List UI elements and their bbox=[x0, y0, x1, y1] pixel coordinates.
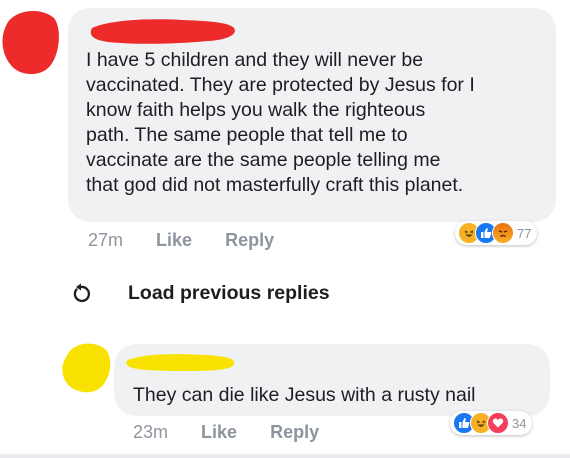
like-button[interactable]: Like bbox=[201, 422, 237, 443]
reply-avatar-redacted[interactable] bbox=[60, 340, 112, 394]
comment-text-line: path. The same people that tell me to bbox=[86, 124, 408, 146]
reply-author-name-redacted[interactable] bbox=[124, 350, 238, 376]
reaction-count: 34 bbox=[512, 415, 527, 431]
comment-reactions[interactable]: 77 bbox=[455, 221, 538, 245]
reply-button[interactable]: Reply bbox=[225, 230, 274, 251]
author-name-redacted[interactable] bbox=[88, 14, 238, 48]
comment-text-line: that god did not masterfully craft this … bbox=[86, 174, 464, 196]
refresh-icon bbox=[73, 283, 90, 302]
reply-button[interactable]: Reply bbox=[270, 422, 319, 443]
load-previous-replies[interactable]: Load previous replies bbox=[70, 282, 330, 305]
reply-text: They can die like Jesus with a rusty nai… bbox=[133, 384, 476, 406]
comment-text-line: vaccinated. They are protected by Jesus … bbox=[86, 74, 475, 96]
like-button[interactable]: Like bbox=[156, 230, 192, 251]
avatar-redacted[interactable] bbox=[0, 8, 60, 78]
angry-icon bbox=[492, 222, 514, 244]
load-previous-label: Load previous replies bbox=[128, 282, 330, 304]
comment-actions: 27m Like Reply bbox=[88, 230, 274, 251]
reply-actions: 23m Like Reply bbox=[133, 422, 319, 443]
reply-reactions[interactable]: 34 bbox=[450, 411, 533, 435]
comment-text-line: vaccinate are the same people telling me bbox=[86, 149, 441, 171]
comment-text-line: know faith helps you walk the righteous bbox=[86, 99, 426, 121]
love-icon bbox=[487, 412, 509, 434]
reply-timestamp: 23m bbox=[133, 422, 169, 442]
reaction-count: 77 bbox=[517, 225, 532, 241]
comment-timestamp: 27m bbox=[88, 230, 124, 250]
divider bbox=[0, 454, 570, 458]
comment-text-line: I have 5 children and they will never be bbox=[86, 49, 424, 71]
comment-text: I have 5 children and they will never be… bbox=[86, 48, 554, 198]
